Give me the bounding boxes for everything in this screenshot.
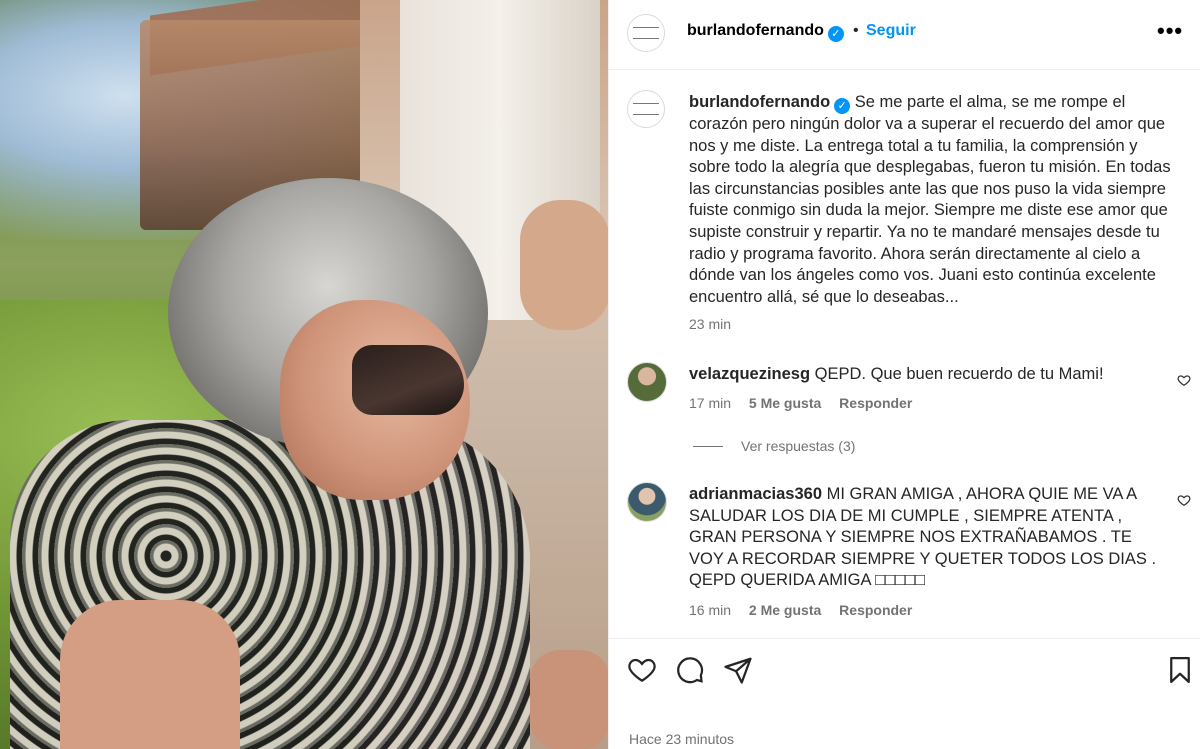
comment-like-heart-icon[interactable] xyxy=(1177,493,1193,509)
bookmark-icon[interactable] xyxy=(1165,655,1195,685)
header-separator: • xyxy=(853,22,859,39)
reply-button[interactable]: Responder xyxy=(839,602,912,618)
header-username[interactable]: burlandofernando ✓ xyxy=(687,22,844,42)
comment-icon[interactable] xyxy=(675,655,705,685)
comment-avatar[interactable] xyxy=(627,362,667,402)
profile-avatar[interactable] xyxy=(627,14,665,52)
caption-username[interactable]: burlandofernando xyxy=(689,93,830,111)
comment-like-heart-icon[interactable] xyxy=(1177,373,1193,389)
photo-seated-arm xyxy=(60,600,240,749)
view-replies-label[interactable]: Ver respuestas (3) xyxy=(741,438,855,454)
avatar-logo xyxy=(633,27,659,39)
follow-button[interactable]: Seguir xyxy=(866,22,916,40)
comment-body: velazquezinesg QEPD. Que buen recuerdo d… xyxy=(689,364,1159,386)
caption-body: burlandofernando ✓ Se me parte el alma, s… xyxy=(689,92,1179,308)
comment-time[interactable]: 16 min xyxy=(689,602,731,618)
more-options-icon[interactable]: ••• xyxy=(1157,18,1183,44)
photo-sunglasses xyxy=(352,345,464,415)
caption-avatar[interactable] xyxy=(627,90,665,128)
avatar-logo xyxy=(633,103,659,115)
post-header: burlandofernando ✓ • Seguir ••• xyxy=(609,0,1200,70)
photo-hand xyxy=(530,650,608,749)
post-details-panel: burlandofernando ✓ • Seguir ••• burlandof… xyxy=(608,0,1200,749)
comment-username[interactable]: adrianmacias360 xyxy=(689,485,822,503)
caption-time[interactable]: 23 min xyxy=(689,316,731,332)
post-photo[interactable] xyxy=(0,0,608,749)
header-username-text[interactable]: burlandofernando xyxy=(687,22,824,39)
verified-badge-icon: ✓ xyxy=(827,26,844,42)
comment-meta: 16 min 2 Me gusta Responder xyxy=(689,602,926,618)
comment-meta: 17 min 5 Me gusta Responder xyxy=(689,395,926,411)
post-actions-bar xyxy=(609,638,1200,708)
reply-button[interactable]: Responder xyxy=(839,395,912,411)
comment-likes[interactable]: 2 Me gusta xyxy=(749,602,821,618)
replies-line xyxy=(693,445,723,447)
heart-icon[interactable] xyxy=(627,655,657,685)
comment-time[interactable]: 17 min xyxy=(689,395,731,411)
comment-likes[interactable]: 5 Me gusta xyxy=(749,395,821,411)
comment-body: adrianmacias360 MI GRAN AMIGA , AHORA QU… xyxy=(689,484,1159,592)
share-icon[interactable] xyxy=(723,655,753,685)
photo-arm xyxy=(520,200,608,330)
view-replies-button[interactable]: Ver respuestas (3) xyxy=(693,438,855,454)
comment-text: QEPD. Que buen recuerdo de tu Mami! xyxy=(814,365,1104,383)
caption-text: Se me parte el alma, se me rompe el cora… xyxy=(689,93,1171,306)
post-timestamp[interactable]: Hace 23 minutos xyxy=(629,731,734,747)
comment-avatar[interactable] xyxy=(627,482,667,522)
verified-badge-icon: ✓ xyxy=(834,98,851,114)
comment-username[interactable]: velazquezinesg xyxy=(689,365,810,383)
